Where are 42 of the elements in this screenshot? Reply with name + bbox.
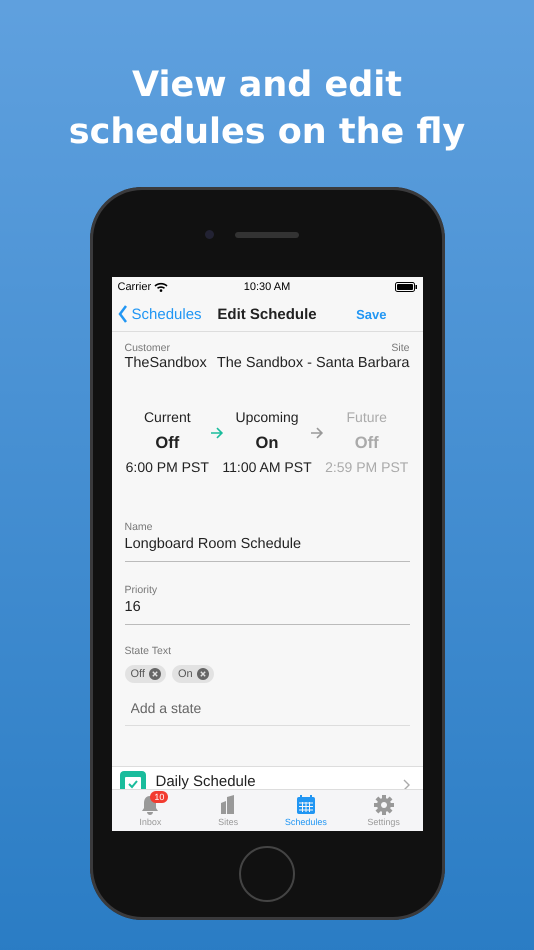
site-value: The Sandbox - Santa Barbara [216, 355, 410, 371]
screen-title: Edit Schedule [217, 306, 317, 322]
stage-label: Future [346, 409, 387, 425]
stage-state: On [256, 434, 278, 453]
headline-text: schedules on the fly [68, 111, 466, 154]
state-chip[interactable]: Off [124, 665, 166, 683]
unread-badge: 10 [150, 791, 168, 803]
camera-dot [205, 230, 214, 239]
list-row[interactable]: Daily Schedule [112, 766, 422, 789]
stage-time: 6:00 PM PST [126, 459, 209, 475]
tab-item[interactable]: Schedules [267, 790, 345, 831]
customer-label: Customer [124, 342, 172, 354]
text-field[interactable]: Priority 16 [124, 584, 410, 625]
tab-item[interactable]: Inbox 10 [112, 790, 190, 831]
stage-time: 11:00 AM PST [222, 459, 312, 475]
tab-item[interactable]: Sites [189, 790, 267, 831]
stage-label: Upcoming [235, 409, 299, 425]
chevron-left-icon [118, 305, 128, 323]
gear-icon [372, 794, 395, 815]
state-chip[interactable]: On [172, 665, 214, 683]
site-label: Site [390, 342, 410, 354]
back-button[interactable]: Schedules [118, 305, 202, 323]
stage-state: Off [155, 434, 180, 453]
stage-state: Off [354, 434, 379, 453]
remove-icon [196, 668, 209, 680]
status-time: 10:30 AM [244, 281, 290, 293]
save-button[interactable]: Save [356, 306, 386, 322]
remove-icon [148, 668, 161, 680]
carrier-label: Carrier [118, 281, 152, 293]
add-state-field[interactable]: Add a state [124, 691, 410, 726]
headline-text: View and edit [132, 64, 402, 107]
calendar-icon [294, 794, 317, 815]
stage-time: 2:59 PM PST [325, 459, 408, 475]
home-button[interactable] [239, 846, 295, 902]
tab-item[interactable]: Settings [344, 790, 422, 831]
text-field[interactable]: Name Longboard Room Schedule [124, 521, 410, 562]
state-text-label: State Text [124, 645, 172, 657]
chevron-right-icon [402, 779, 410, 789]
battery-icon [394, 282, 416, 292]
customer-value: TheSandbox [124, 355, 207, 371]
stage-label: Current [144, 409, 191, 425]
wifi-icon [154, 282, 168, 292]
